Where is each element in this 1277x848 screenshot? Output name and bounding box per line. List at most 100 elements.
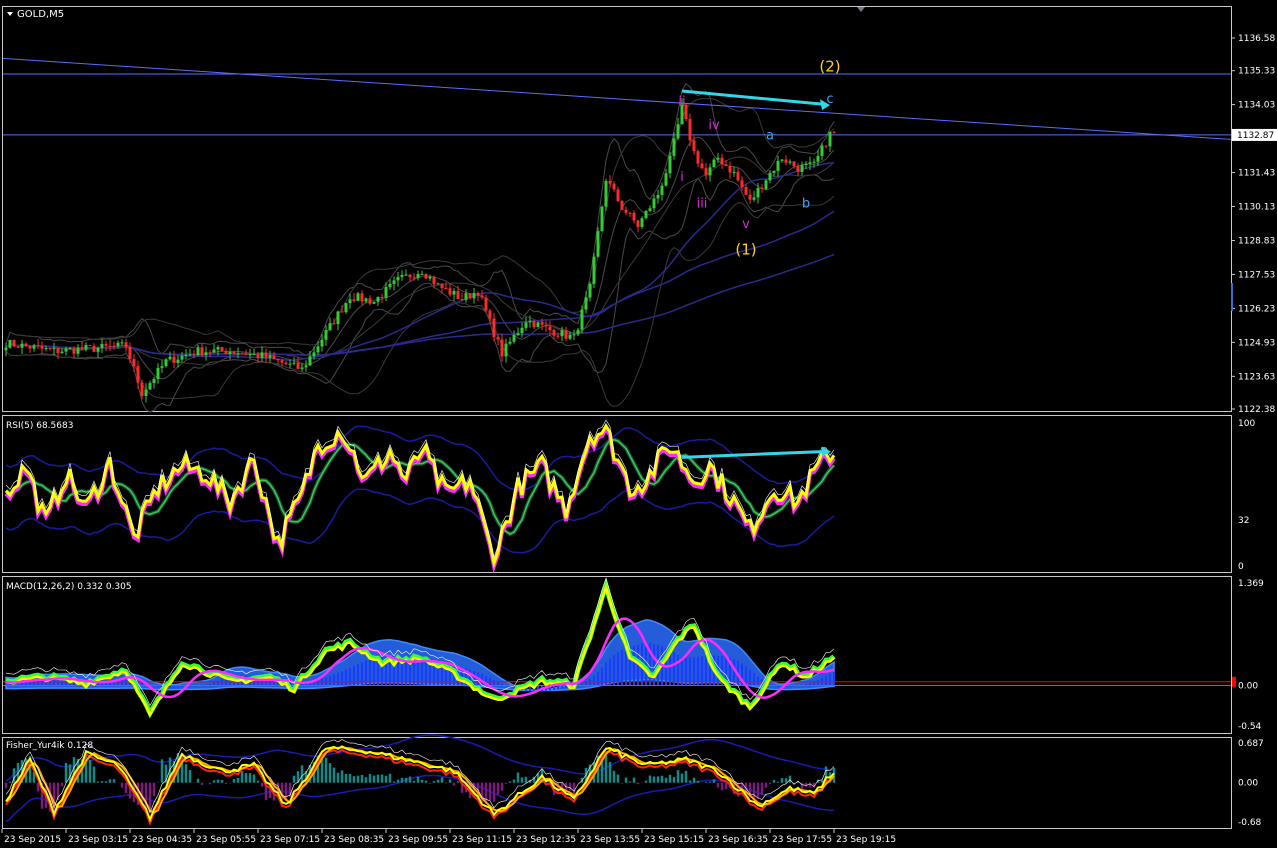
candle-body	[424, 273, 428, 279]
candle-body	[448, 288, 452, 295]
price-tick-label: 1126.23	[1238, 304, 1275, 314]
candle-body	[652, 198, 656, 209]
candle-body	[256, 353, 260, 359]
candle-body	[436, 283, 440, 285]
candle-body	[704, 168, 708, 176]
candle-body	[108, 345, 112, 347]
candle-body	[344, 303, 348, 313]
candle-body	[572, 334, 576, 336]
candle-body	[44, 348, 48, 350]
candle-body	[392, 280, 396, 284]
candle-body	[276, 358, 280, 361]
candle-body	[244, 353, 248, 356]
candle-body	[140, 382, 144, 396]
candle-body	[516, 333, 520, 335]
candle-body	[180, 355, 184, 360]
candle-body	[284, 362, 288, 365]
candle-body	[56, 348, 60, 354]
chart-background	[0, 0, 1277, 848]
price-tick-label: 1123.63	[1238, 372, 1275, 382]
wave-label: i	[680, 170, 684, 185]
candle-body	[184, 354, 188, 356]
candle-body	[60, 351, 64, 354]
candle-body	[416, 274, 420, 278]
candle-body	[728, 165, 732, 173]
candle-body	[776, 160, 780, 171]
candle-body	[720, 157, 724, 165]
candle-body	[588, 283, 592, 298]
candle-body	[104, 343, 108, 346]
candle-body	[612, 183, 616, 190]
candle-body	[752, 197, 756, 200]
fisher-tick-label: 0.00	[1238, 779, 1258, 789]
candle-body	[460, 298, 464, 300]
candle-body	[360, 293, 364, 302]
candle-body	[328, 323, 332, 331]
candle-body	[164, 359, 168, 367]
candle-body	[696, 151, 700, 164]
candle-body	[476, 292, 480, 296]
candle-body	[824, 145, 828, 147]
price-tick-label: 1128.83	[1238, 236, 1275, 246]
candle-body	[692, 140, 696, 152]
candle-body	[116, 342, 120, 347]
candle-body	[72, 348, 76, 354]
candle-body	[100, 343, 104, 348]
candle-body	[252, 353, 256, 355]
candle-body	[628, 212, 632, 214]
candle-body	[576, 329, 580, 335]
candle-body	[700, 163, 704, 169]
wave-label: v	[742, 217, 750, 232]
macd-tick-label: 0.00	[1238, 682, 1258, 692]
time-tick-label: 23 Sep 15:15	[644, 835, 704, 845]
candle-body	[372, 301, 376, 304]
candle-body	[268, 355, 272, 358]
candle-body	[624, 209, 628, 213]
candle-body	[440, 283, 444, 288]
candle-body	[120, 342, 124, 344]
candle-body	[40, 346, 44, 349]
wave-label: (2)	[819, 57, 840, 75]
time-tick-label: 23 Sep 12:35	[516, 835, 576, 845]
candle-body	[716, 157, 720, 160]
candle-body	[28, 346, 32, 349]
candle-body	[480, 295, 484, 298]
candle-body	[760, 188, 764, 190]
candle-body	[788, 161, 792, 163]
candle-body	[196, 347, 200, 356]
candle-body	[580, 309, 584, 330]
candle-body	[428, 276, 432, 279]
candle-body	[228, 351, 232, 355]
candle-body	[524, 322, 528, 328]
candle-body	[364, 298, 368, 302]
macd-tick-label: 1.369	[1238, 579, 1264, 589]
candle-body	[532, 320, 536, 328]
candle-body	[16, 346, 20, 348]
scroll-marker	[1231, 283, 1233, 311]
candle-body	[492, 318, 496, 338]
candle-body	[260, 352, 264, 359]
rsi-tick-label: 32	[1238, 516, 1249, 526]
candle-body	[380, 297, 384, 299]
candle-body	[708, 167, 712, 176]
candle-body	[288, 363, 292, 365]
candle-body	[504, 343, 508, 357]
candle-body	[128, 346, 132, 360]
candle-body	[336, 311, 340, 325]
candle-body	[596, 231, 600, 257]
candle-body	[556, 335, 560, 337]
candle-body	[112, 345, 116, 347]
candle-body	[236, 353, 240, 355]
wave-label: b	[802, 196, 810, 211]
candle-body	[660, 185, 664, 195]
candle-body	[620, 201, 624, 210]
candle-body	[828, 131, 832, 147]
candle-body	[664, 173, 668, 186]
candle-body	[508, 341, 512, 344]
candle-body	[520, 327, 524, 334]
mt4-chart-window[interactable]: (2)ciiivaiiii bv(1) 1136.581135.331134.03…	[0, 0, 1277, 848]
time-tick-label: 23 Sep 08:35	[324, 835, 384, 845]
candle-body	[540, 322, 544, 325]
candle-body	[568, 334, 572, 339]
candle-body	[764, 180, 768, 189]
